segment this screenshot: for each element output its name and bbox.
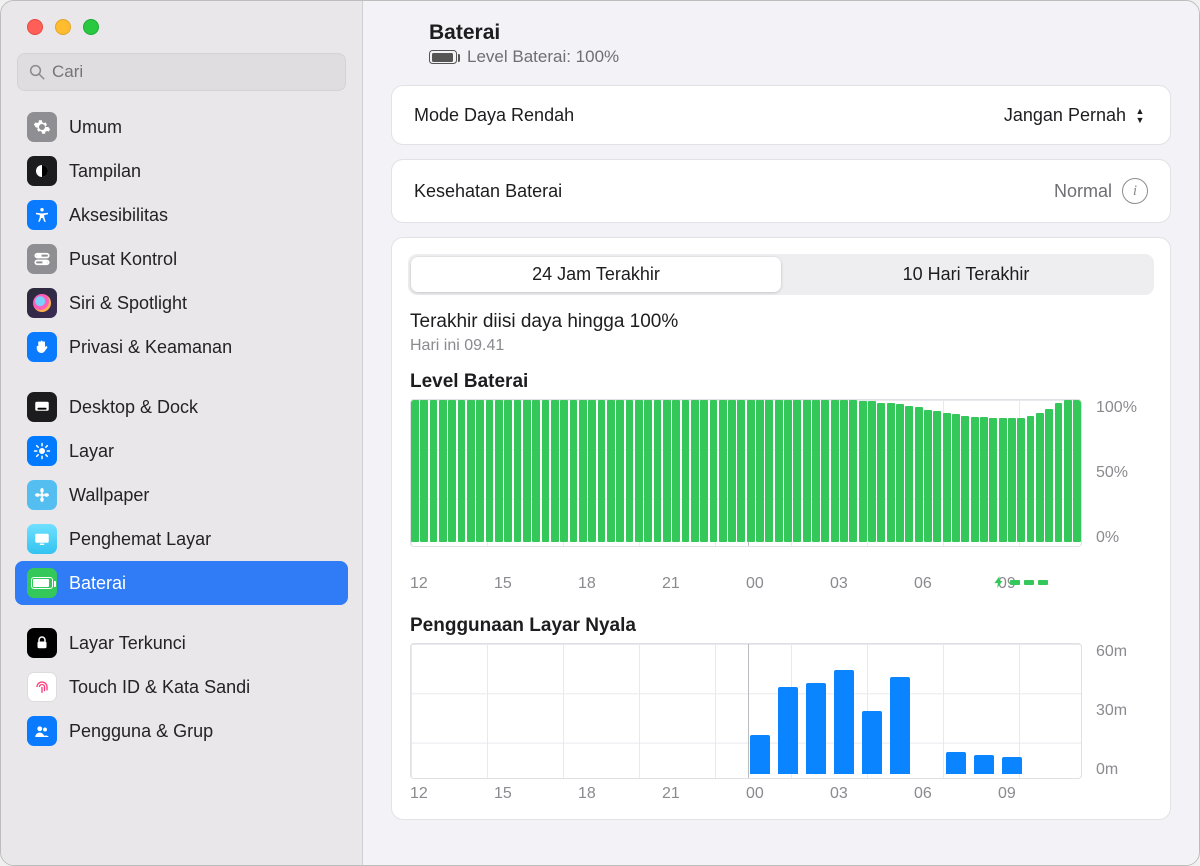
minimize-window-dot[interactable] xyxy=(55,19,71,35)
battery-level-chart xyxy=(410,399,1082,547)
sidebar-item-tampilan[interactable]: Tampilan xyxy=(15,149,348,193)
battery-health-label: Kesehatan Baterai xyxy=(414,181,562,202)
sidebar-item-label: Layar xyxy=(69,441,114,462)
screen-on-chart xyxy=(410,643,1082,779)
page-title: Baterai xyxy=(429,21,500,45)
search-input[interactable] xyxy=(52,62,335,82)
sidebar-item-label: Layar Terkunci xyxy=(69,633,186,654)
sidebar-item-layar[interactable]: Layar xyxy=(15,429,348,473)
low-power-row[interactable]: Mode Daya Rendah Jangan Pernah ▲▼ xyxy=(392,86,1170,144)
chevron-up-down-icon: ▲▼ xyxy=(1132,104,1148,126)
gear-icon xyxy=(27,112,57,142)
zoom-window-dot[interactable] xyxy=(83,19,99,35)
sidebar-item-penghemat[interactable]: Penghemat Layar xyxy=(15,517,348,561)
battery-chart-y-labels: 100%50%0% xyxy=(1096,399,1152,547)
sidebar-item-pengguna[interactable]: Pengguna & Grup xyxy=(15,709,348,753)
sidebar-search[interactable] xyxy=(17,53,346,91)
accessibility-icon xyxy=(27,200,57,230)
sidebar-item-privasi[interactable]: Privasi & Keamanan xyxy=(15,325,348,369)
battery-level-text: Level Baterai: 100% xyxy=(467,47,619,67)
close-window-dot[interactable] xyxy=(27,19,43,35)
battery-chart-x-labels: 1215182100030609 xyxy=(410,569,1082,601)
last-charged-title: Terakhir diisi daya hingga 100% xyxy=(410,311,1152,333)
sidebar-item-siri[interactable]: Siri & Spotlight xyxy=(15,281,348,325)
sidebar-item-label: Siri & Spotlight xyxy=(69,293,187,314)
sidebar-item-baterai[interactable]: Baterai xyxy=(15,561,348,605)
fingerprint-icon xyxy=(27,672,57,702)
charging-indicator xyxy=(410,547,1082,569)
bolt-icon xyxy=(992,573,1006,591)
users-icon xyxy=(27,716,57,746)
sidebar-item-pusat-kontrol[interactable]: Pusat Kontrol xyxy=(15,237,348,281)
content-pane: Baterai Level Baterai: 100% Mode Daya Re… xyxy=(363,1,1199,865)
wallpaper-flower-icon xyxy=(27,480,57,510)
search-icon xyxy=(28,63,46,81)
time-range-segmented: 24 Jam Terakhir 10 Hari Terakhir xyxy=(408,254,1154,295)
sidebar-item-label: Wallpaper xyxy=(69,485,149,506)
battery-level-chart-title: Level Baterai xyxy=(410,371,1152,393)
low-power-card: Mode Daya Rendah Jangan Pernah ▲▼ xyxy=(391,85,1171,145)
sidebar-item-wallpaper[interactable]: Wallpaper xyxy=(15,473,348,517)
sidebar-item-label: Aksesibilitas xyxy=(69,205,168,226)
low-power-value: Jangan Pernah xyxy=(1004,105,1126,126)
control-center-icon xyxy=(27,244,57,274)
sidebar-item-touchid[interactable]: Touch ID & Kata Sandi xyxy=(15,665,348,709)
tab-last-24h[interactable]: 24 Jam Terakhir xyxy=(411,257,781,292)
battery-full-icon xyxy=(429,50,457,64)
sidebar-item-label: Umum xyxy=(69,117,122,138)
screen-on-chart-x-labels: 1215182100030609 xyxy=(410,779,1082,811)
battery-health-value: Normal xyxy=(1054,181,1112,202)
sidebar-item-label: Privasi & Keamanan xyxy=(69,337,232,358)
sidebar-item-desktop-dock[interactable]: Desktop & Dock xyxy=(15,385,348,429)
battery-level-chart-block: Level Baterai 12151821 xyxy=(392,365,1170,609)
screen-on-chart-y-labels: 60m30m0m xyxy=(1096,643,1152,779)
usage-card: 24 Jam Terakhir 10 Hari Terakhir Terakhi… xyxy=(391,237,1171,820)
info-icon[interactable]: i xyxy=(1122,178,1148,204)
screen-on-chart-title: Penggunaan Layar Nyala xyxy=(410,615,1152,637)
tab-last-10d[interactable]: 10 Hari Terakhir xyxy=(781,257,1151,292)
low-power-label: Mode Daya Rendah xyxy=(414,105,574,126)
last-charged-time: Hari ini 09.41 xyxy=(410,337,1152,355)
sidebar-item-label: Pusat Kontrol xyxy=(69,249,177,270)
appearance-icon xyxy=(27,156,57,186)
screen-on-chart-block: Penggunaan Layar Nyala 1215182100030609 … xyxy=(392,609,1170,819)
desktop-dock-icon xyxy=(27,392,57,422)
sidebar: Umum Tampilan Aksesibilitas xyxy=(1,1,363,865)
battery-icon xyxy=(27,568,57,598)
privacy-hand-icon xyxy=(27,332,57,362)
battery-health-card: Kesehatan Baterai Normal i xyxy=(391,159,1171,223)
screensaver-icon xyxy=(27,524,57,554)
sidebar-item-label: Tampilan xyxy=(69,161,141,182)
lock-screen-icon xyxy=(27,628,57,658)
battery-level-subtitle: Level Baterai: 100% xyxy=(429,47,1171,67)
battery-health-row[interactable]: Kesehatan Baterai Normal i xyxy=(392,160,1170,222)
sidebar-item-aksesibilitas[interactable]: Aksesibilitas xyxy=(15,193,348,237)
settings-window: Umum Tampilan Aksesibilitas xyxy=(0,0,1200,866)
display-brightness-icon xyxy=(27,436,57,466)
sidebar-item-label: Desktop & Dock xyxy=(69,397,198,418)
sidebar-item-umum[interactable]: Umum xyxy=(15,105,348,149)
sidebar-item-label: Baterai xyxy=(69,573,126,594)
sidebar-item-layar-terkunci[interactable]: Layar Terkunci xyxy=(15,621,348,665)
sidebar-item-label: Pengguna & Grup xyxy=(69,721,213,742)
sidebar-item-label: Penghemat Layar xyxy=(69,529,211,550)
last-charged-section: Terakhir diisi daya hingga 100% Hari ini… xyxy=(392,307,1170,365)
sidebar-item-label: Touch ID & Kata Sandi xyxy=(69,677,250,698)
window-traffic-lights xyxy=(1,11,362,53)
low-power-select[interactable]: Jangan Pernah ▲▼ xyxy=(1004,104,1148,126)
siri-icon xyxy=(27,288,57,318)
sidebar-nav: Umum Tampilan Aksesibilitas xyxy=(1,105,362,865)
